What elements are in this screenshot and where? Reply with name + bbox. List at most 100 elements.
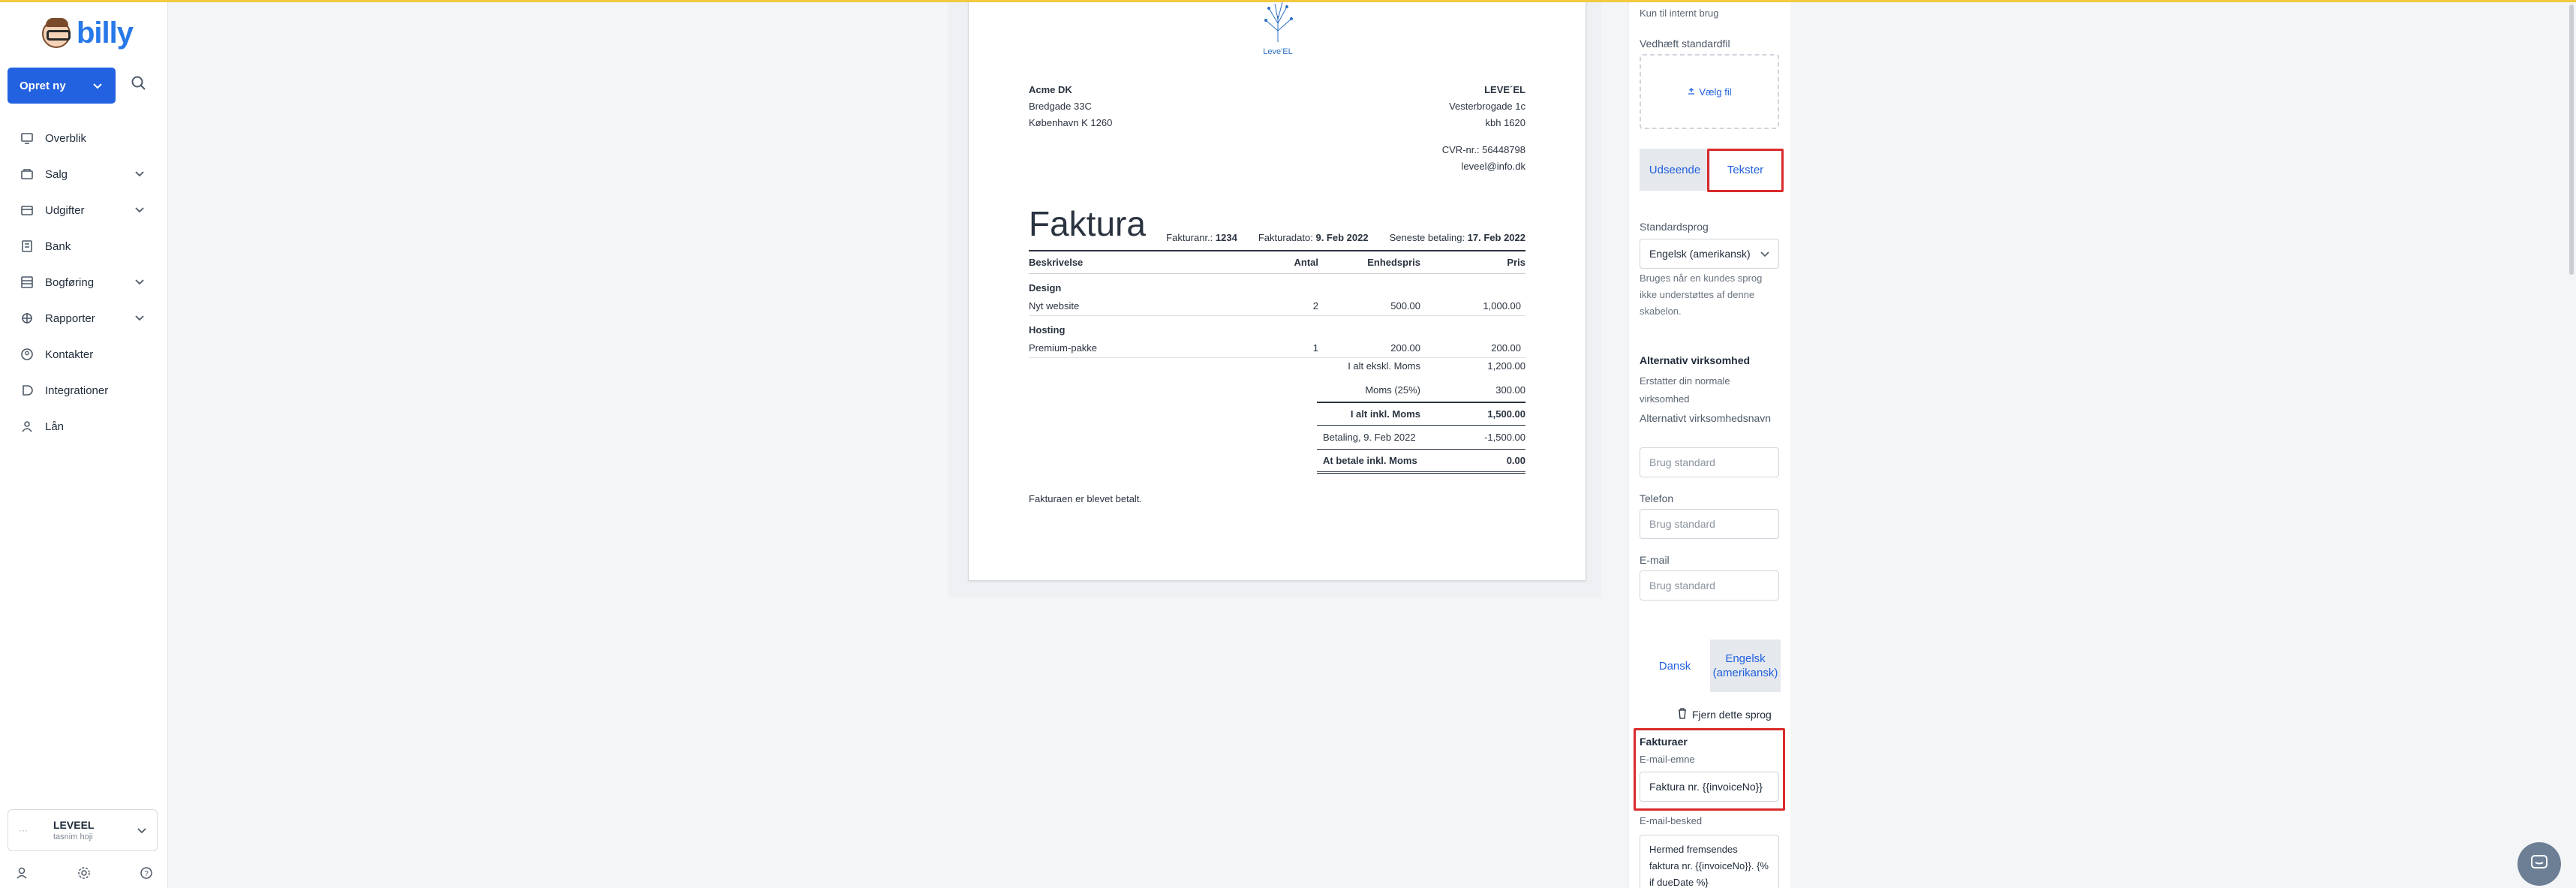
invoice-due-date: 17. Feb 2022 (1467, 232, 1525, 243)
choose-file-link[interactable]: Vælg fil (1699, 86, 1731, 98)
file-upload-dropzone[interactable]: Vælg fil (1640, 54, 1779, 129)
email-subject-input[interactable]: Faktura nr. {{invoiceNo}} (1640, 772, 1779, 802)
table-header: Beskrivelse Antal Enhedspris Pris (1029, 250, 1525, 274)
amount-due-row: At betale inkl. Moms 0.00 (1317, 450, 1525, 474)
organization-switcher[interactable]: ··· LEVEEL tasnim hoji (8, 809, 158, 851)
language-tabs: Dansk Engelsk (amerikansk) (1640, 640, 1781, 692)
chat-support-button[interactable] (2517, 842, 2561, 886)
sidebar-item-salg[interactable]: Salg (0, 156, 168, 192)
invoice-meta: Fakturanr.: 1234 Fakturadato: 9. Feb 202… (1166, 232, 1525, 243)
table-row: Nyt website 2 500.00 1,000.00 (1029, 297, 1525, 316)
total-label: I alt ekskl. Moms (1348, 360, 1420, 372)
help-icon[interactable]: ? (140, 866, 153, 883)
top-accent-bar (0, 0, 2576, 2)
sidebar-item-label: Kontakter (45, 348, 94, 361)
search-icon[interactable] (131, 75, 150, 95)
email-input[interactable]: Brug standard (1640, 570, 1779, 601)
total-value: 1,500.00 (1487, 408, 1525, 420)
invoice-number-label: Fakturanr.: (1166, 232, 1213, 243)
sidebar-item-label: Bank (45, 239, 71, 253)
chevron-down-icon (135, 167, 144, 179)
sender-address: Acme DK Bredgade 33C København K 1260 (1029, 82, 1112, 131)
org-user: tasnim hoji (53, 832, 93, 841)
sender-name: Acme DK (1029, 84, 1072, 95)
total-label: I alt inkl. Moms (1350, 408, 1420, 420)
sidebar-item-kontakter[interactable]: Kontakter (0, 336, 168, 372)
total-row: Moms (25%) 300.00 (1317, 378, 1525, 402)
sidebar-item-bogforing[interactable]: Bogføring (0, 264, 168, 300)
remove-language-button[interactable]: Fjern dette sprog (1677, 707, 1772, 721)
column-header: Enhedspris (1367, 257, 1420, 268)
tab-appearance[interactable]: Udseende (1640, 149, 1710, 191)
email-body-textarea[interactable]: Hermed fremsendes faktura nr. {{invoiceN… (1640, 835, 1779, 888)
total-row: I alt inkl. Moms 1,500.00 (1317, 402, 1525, 426)
sidebar-item-label: Lån (45, 420, 65, 433)
sidebar-item-integrationer[interactable]: Integrationer (0, 372, 168, 408)
logo-text: billy (77, 17, 134, 50)
payment-value: -1,500.00 (1484, 432, 1525, 443)
invoice-lines-table: Beskrivelse Antal Enhedspris Pris Design… (1029, 250, 1525, 358)
group-name: Hosting (1029, 324, 1066, 336)
column-header: Pris (1507, 257, 1525, 268)
dashboard-icon (20, 131, 35, 146)
payment-label: Betaling, 9. Feb 2022 (1323, 432, 1416, 443)
line-description: Nyt website (1029, 300, 1080, 312)
scrollbar-thumb[interactable] (2569, 5, 2574, 275)
sidebar-item-label: Overblik (45, 131, 87, 145)
loan-icon (20, 419, 35, 434)
sidebar-item-udgifter[interactable]: Udgifter (0, 192, 168, 228)
user-icon[interactable] (15, 866, 29, 883)
default-language-value: Engelsk (amerikansk) (1649, 248, 1751, 260)
sidebar-item-bank[interactable]: Bank (0, 228, 168, 264)
bookkeeping-icon (20, 275, 35, 290)
sidebar-item-overblik[interactable]: Overblik (0, 120, 168, 156)
main-nav: Overblik Salg Udgifter Bank Bogføring Ra… (0, 120, 168, 444)
line-description: Premium-pakke (1029, 342, 1098, 354)
chevron-down-icon (1760, 248, 1769, 260)
line-quantity: 2 (1312, 300, 1318, 312)
attach-file-label: Vedhæft standardfil (1640, 38, 1730, 50)
sidebar-item-rapporter[interactable]: Rapporter (0, 300, 168, 336)
sender-address-line: København K 1260 (1029, 117, 1113, 128)
integrations-icon (20, 383, 35, 398)
invoice-due-label: Seneste betaling: (1389, 232, 1465, 243)
chat-icon (2529, 853, 2549, 875)
recipient-extra: CVR-nr.: 56448798 leveel@info.dk (1442, 142, 1525, 175)
line-price: 200.00 (1491, 342, 1521, 354)
default-language-help: Bruges når en kundes sprog ikke understø… (1640, 272, 1763, 317)
total-value: 300.00 (1495, 384, 1525, 396)
sidebar-item-lan[interactable]: Lån (0, 408, 168, 444)
email-body-value: Hermed fremsendes faktura nr. {{invoiceN… (1649, 844, 1769, 888)
default-language-select[interactable]: Engelsk (amerikansk) (1640, 239, 1779, 269)
amount-due-label: At betale inkl. Moms (1323, 455, 1417, 466)
invoice-preview: Leve'EL Acme DK Bredgade 33C København K… (968, 0, 1586, 581)
invoice-date: 9. Feb 2022 (1315, 232, 1369, 243)
org-name: LEVEEL (53, 819, 95, 831)
total-label: Moms (25%) (1365, 384, 1420, 396)
chevron-down-icon (135, 203, 144, 215)
tab-texts[interactable]: Tekster (1710, 149, 1781, 191)
chevron-down-icon (135, 275, 144, 287)
line-unit-price: 500.00 (1390, 300, 1420, 312)
recipient-address: LEVE´EL Vesterbrogade 1c kbh 1620 (1449, 82, 1525, 131)
line-group-title: Hosting (1029, 316, 1525, 339)
org-logo-placeholder: ··· (19, 825, 28, 835)
expenses-icon (20, 203, 35, 218)
tab-english-us[interactable]: Engelsk (amerikansk) (1710, 640, 1781, 692)
gear-icon[interactable] (77, 866, 91, 883)
reports-icon (20, 311, 35, 326)
recipient-address-line: Vesterbrogade 1c (1449, 101, 1525, 112)
invoice-company-logo: Leve'EL (1248, 1, 1308, 58)
create-new-button[interactable]: Opret ny (8, 68, 116, 104)
billy-logo[interactable]: billy (42, 17, 134, 50)
total-row: I alt ekskl. Moms 1,200.00 (1317, 354, 1525, 378)
default-language-label: Standardsprog (1640, 221, 1709, 233)
email-body-label: E-mail-besked (1640, 815, 1703, 826)
phone-input[interactable]: Brug standard (1640, 509, 1779, 539)
logo-mascot-icon (42, 17, 71, 48)
sender-address-line: Bredgade 33C (1029, 101, 1092, 112)
alt-company-name-input[interactable]: Brug standard (1640, 447, 1779, 477)
tab-danish[interactable]: Dansk (1640, 640, 1710, 692)
chevron-down-icon (135, 312, 144, 324)
sidebar-item-label: Salg (45, 167, 68, 181)
